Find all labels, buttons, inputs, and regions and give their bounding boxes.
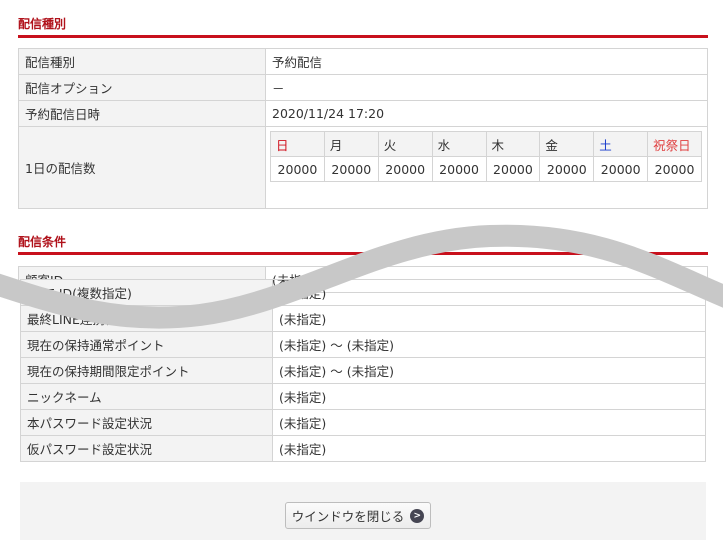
close-window-button[interactable]: ウインドウを閉じる > (285, 502, 431, 529)
close-window-label: ウインドウを閉じる (291, 509, 405, 524)
wave-band (0, 224, 723, 329)
footer: ウインドウを閉じる > (20, 482, 706, 540)
chevron-right-icon: > (410, 508, 425, 523)
wave-overlay (0, 224, 723, 329)
